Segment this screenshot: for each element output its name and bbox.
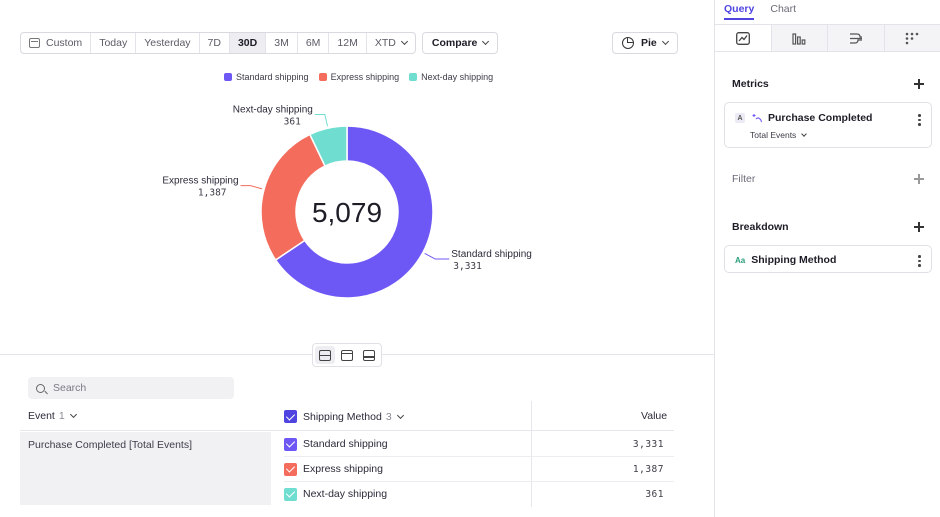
metric-row: A Purchase Completed [735,112,872,124]
chart-view-icon [341,349,353,361]
layout-chart-button[interactable] [337,346,357,364]
row-label: Express shipping [303,463,383,475]
filter-section-header: Filter [732,173,924,185]
event-sparkle-icon [752,114,762,123]
select-all-checkbox[interactable] [284,410,297,423]
bar-chart-icon [792,32,806,45]
row-checkbox[interactable] [284,487,297,501]
slice-category-label: Next-day shipping [233,104,313,115]
value-column-header[interactable]: Value [641,410,667,422]
slice-value-label: 1,387 [198,188,227,199]
row-label: Next-day shipping [303,488,388,500]
dot-grid-icon [905,32,919,44]
analysis-mode-bar [715,24,940,52]
metric-more-icon[interactable] [918,114,921,126]
metrics-section-header: Metrics [732,78,924,90]
metric-aggregation-dropdown[interactable]: Total Events [750,130,808,140]
value-header-label: Value [641,410,668,422]
table-row[interactable]: Standard shipping 3,331 [284,432,674,456]
add-breakdown-icon[interactable] [914,222,924,232]
query-sidebar: Query Chart Metrics A Purchase Completed… [714,0,940,517]
tab-chart[interactable]: Chart [770,3,796,20]
event-header-count: 1 [58,410,65,422]
event-column-header[interactable]: Event 1 [28,410,77,422]
mode-flows-button[interactable] [828,25,885,51]
total-value-label: 5,079 [312,197,382,228]
search-input[interactable] [53,382,223,394]
filter-title: Filter [732,173,756,185]
text-property-icon: Aa [735,255,746,265]
metrics-title: Metrics [732,78,769,90]
metric-aggregation-label: Total Events [750,130,797,140]
table-search [28,377,234,399]
layout-table-button[interactable] [359,346,379,364]
chevron-down-icon [801,130,808,137]
breakdown-column-header[interactable]: Shipping Method 3 [284,410,404,423]
row-value: 3,331 [632,438,664,450]
line-chart-icon [735,31,750,45]
mode-insights-button[interactable] [715,25,772,51]
main-panel: Custom Today Yesterday 7D 30D 3M 6M 12M … [0,0,714,517]
metric-card[interactable]: A Purchase Completed Total Events [724,102,932,148]
donut-chart: Standard shipping3,331 Express shipping1,… [162,104,532,299]
breakdown-title: Breakdown [732,221,789,233]
mode-funnels-button[interactable] [771,25,828,51]
breakdown-row: Aa Shipping Method [735,254,836,266]
sidebar-tabs: Query Chart [715,0,940,20]
mode-retention-button[interactable] [884,25,940,51]
add-filter-icon[interactable] [914,174,924,184]
event-header-label: Event [28,410,55,422]
slice-value-label: 361 [284,116,301,127]
breakdown-card[interactable]: Aa Shipping Method [724,245,932,273]
breakdown-section-header: Breakdown [732,221,924,233]
header-divider [20,430,674,431]
slice-leader-line [424,252,450,260]
tab-query[interactable]: Query [724,3,755,20]
slice-category-label: Standard shipping [451,249,532,260]
metric-name: Purchase Completed [768,112,873,124]
breakdown-header-count: 3 [385,410,392,423]
breakdown-header-label: Shipping Method [303,410,382,423]
add-metric-icon[interactable] [914,79,924,89]
split-view-icon [319,349,331,361]
row-checkbox[interactable] [284,437,297,451]
metric-letter-badge: A [735,113,745,123]
event-name: Purchase Completed [Total Events] [28,439,193,451]
layout-split-button[interactable] [315,346,335,364]
row-value: 1,387 [632,463,664,475]
row-value: 361 [645,488,664,500]
event-cell[interactable]: Purchase Completed [Total Events] [20,432,271,505]
breakdown-more-icon[interactable] [918,255,921,267]
chevron-down-icon [396,411,404,419]
slice-category-label: Express shipping [162,176,238,187]
row-checkbox[interactable] [284,462,297,476]
flow-icon [849,32,862,44]
row-label: Standard shipping [303,438,388,450]
breakdown-name: Shipping Method [751,254,837,266]
table-row[interactable]: Express shipping 1,387 [284,457,674,481]
layout-toggle [312,343,382,367]
table-view-icon [363,349,375,361]
chevron-down-icon [69,410,77,419]
slice-leader-line [240,185,263,190]
search-icon [36,383,45,393]
slice-value-label: 3,331 [453,261,482,272]
table-row[interactable]: Next-day shipping 361 [284,482,674,506]
slice-leader-line [314,113,329,127]
